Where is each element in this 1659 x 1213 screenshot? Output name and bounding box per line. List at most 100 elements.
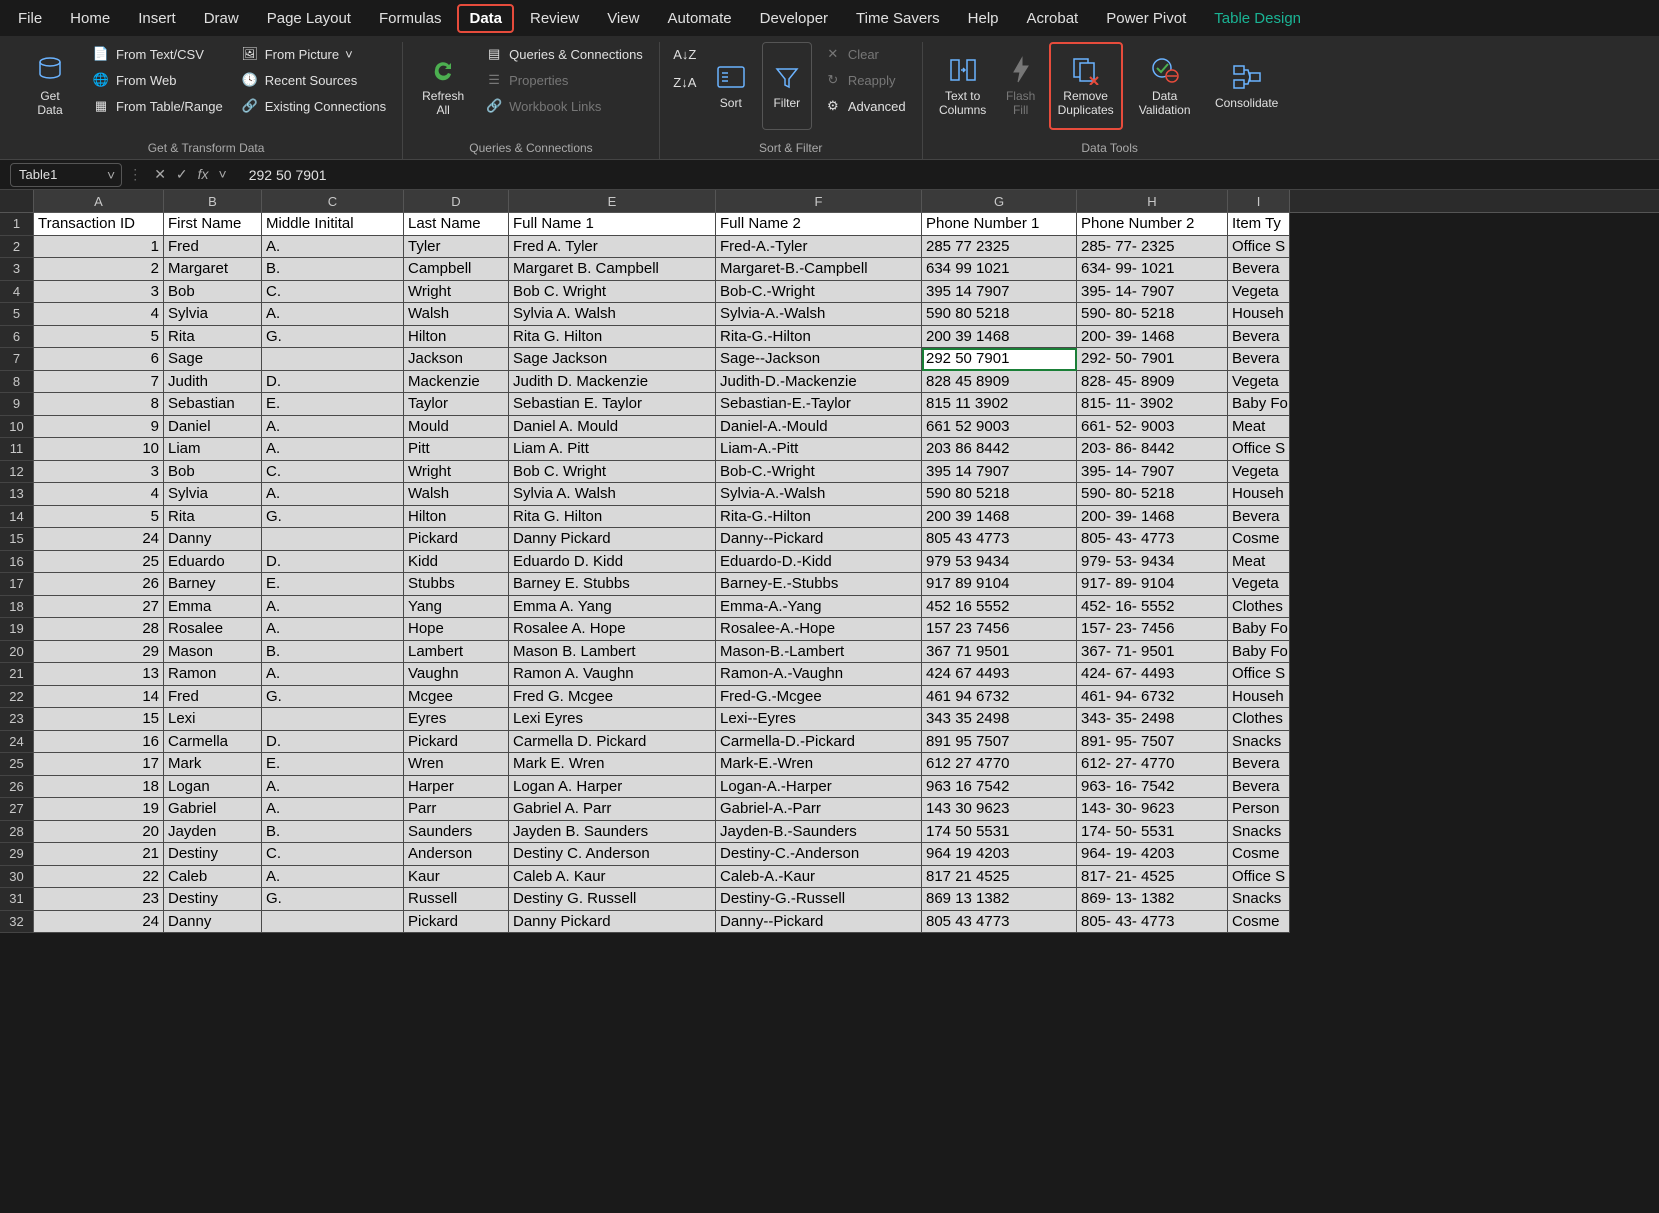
clear-filter-button[interactable]: ✕Clear bbox=[818, 42, 912, 66]
cancel-icon[interactable]: ✕ bbox=[154, 166, 166, 183]
row-header[interactable]: 20 bbox=[0, 641, 34, 664]
cell[interactable]: 661 52 9003 bbox=[922, 416, 1077, 439]
cell[interactable]: Destiny bbox=[164, 888, 262, 911]
cell[interactable]: Bevera bbox=[1228, 506, 1290, 529]
cell[interactable]: Caleb bbox=[164, 866, 262, 889]
cell[interactable]: Mackenzie bbox=[404, 371, 509, 394]
cell[interactable] bbox=[262, 708, 404, 731]
cell[interactable]: 424 67 4493 bbox=[922, 663, 1077, 686]
cell[interactable]: 203 86 8442 bbox=[922, 438, 1077, 461]
cell[interactable]: 452 16 5552 bbox=[922, 596, 1077, 619]
cell[interactable]: 805 43 4773 bbox=[922, 911, 1077, 934]
cell[interactable]: Daniel-A.-Mould bbox=[716, 416, 922, 439]
row-header[interactable]: 11 bbox=[0, 438, 34, 461]
cell[interactable]: 917 89 9104 bbox=[922, 573, 1077, 596]
row-header[interactable]: 9 bbox=[0, 393, 34, 416]
select-all-corner[interactable] bbox=[0, 190, 34, 212]
cell[interactable]: 29 bbox=[34, 641, 164, 664]
row-header[interactable]: 19 bbox=[0, 618, 34, 641]
cell[interactable]: 200 39 1468 bbox=[922, 326, 1077, 349]
cell[interactable]: Sage--Jackson bbox=[716, 348, 922, 371]
cell[interactable]: Rosalee A. Hope bbox=[509, 618, 716, 641]
row-header[interactable]: 1 bbox=[0, 213, 34, 236]
cell[interactable]: 963- 16- 7542 bbox=[1077, 776, 1228, 799]
cell[interactable]: Lambert bbox=[404, 641, 509, 664]
cell[interactable]: 7 bbox=[34, 371, 164, 394]
menu-time-savers[interactable]: Time Savers bbox=[844, 4, 952, 33]
cell[interactable]: Eduardo bbox=[164, 551, 262, 574]
cell[interactable]: Sage bbox=[164, 348, 262, 371]
menu-review[interactable]: Review bbox=[518, 4, 591, 33]
cell[interactable]: 9 bbox=[34, 416, 164, 439]
cell[interactable]: 805- 43- 4773 bbox=[1077, 528, 1228, 551]
cell[interactable] bbox=[262, 348, 404, 371]
cell[interactable]: Destiny bbox=[164, 843, 262, 866]
queries-connections-button[interactable]: ▤Queries & Connections bbox=[479, 42, 649, 66]
cell[interactable]: 17 bbox=[34, 753, 164, 776]
cell[interactable]: A. bbox=[262, 416, 404, 439]
cell[interactable]: Fred-G.-Mcgee bbox=[716, 686, 922, 709]
cell[interactable]: Bob bbox=[164, 461, 262, 484]
cell[interactable]: Lexi Eyres bbox=[509, 708, 716, 731]
cell[interactable]: E. bbox=[262, 393, 404, 416]
from-picture-button[interactable]: 🖼From Picture ˅ bbox=[235, 42, 392, 66]
from-table-range-button[interactable]: ▦From Table/Range bbox=[86, 94, 229, 118]
cell[interactable]: Meat bbox=[1228, 416, 1290, 439]
cell[interactable]: Jayden B. Saunders bbox=[509, 821, 716, 844]
cell[interactable]: Transaction ID bbox=[34, 213, 164, 236]
cell[interactable]: Logan-A.-Harper bbox=[716, 776, 922, 799]
cell[interactable]: Bevera bbox=[1228, 258, 1290, 281]
cell[interactable]: Vegeta bbox=[1228, 281, 1290, 304]
cell[interactable]: Rita G. Hilton bbox=[509, 506, 716, 529]
cell[interactable]: Office S bbox=[1228, 866, 1290, 889]
row-header[interactable]: 28 bbox=[0, 821, 34, 844]
cell[interactable]: Barney E. Stubbs bbox=[509, 573, 716, 596]
row-header[interactable]: 18 bbox=[0, 596, 34, 619]
cell[interactable]: Danny Pickard bbox=[509, 911, 716, 934]
cell[interactable]: A. bbox=[262, 798, 404, 821]
cell[interactable]: Bevera bbox=[1228, 776, 1290, 799]
cell[interactable]: Meat bbox=[1228, 551, 1290, 574]
cell[interactable]: Mark E. Wren bbox=[509, 753, 716, 776]
cell[interactable]: 869- 13- 1382 bbox=[1077, 888, 1228, 911]
cell[interactable]: 20 bbox=[34, 821, 164, 844]
cell[interactable]: B. bbox=[262, 258, 404, 281]
cell[interactable]: Bob-C.-Wright bbox=[716, 281, 922, 304]
cell[interactable]: 461- 94- 6732 bbox=[1077, 686, 1228, 709]
cell[interactable]: Mason B. Lambert bbox=[509, 641, 716, 664]
cell[interactable]: C. bbox=[262, 281, 404, 304]
column-header-H[interactable]: H bbox=[1077, 190, 1228, 212]
column-header-D[interactable]: D bbox=[404, 190, 509, 212]
cell[interactable]: Sebastian bbox=[164, 393, 262, 416]
cell[interactable]: Logan bbox=[164, 776, 262, 799]
cell[interactable]: 805 43 4773 bbox=[922, 528, 1077, 551]
menu-draw[interactable]: Draw bbox=[192, 4, 251, 33]
cell[interactable]: 590- 80- 5218 bbox=[1077, 483, 1228, 506]
cell[interactable]: 10 bbox=[34, 438, 164, 461]
cell[interactable]: Logan A. Harper bbox=[509, 776, 716, 799]
cell[interactable]: 634 99 1021 bbox=[922, 258, 1077, 281]
cell[interactable]: 590 80 5218 bbox=[922, 303, 1077, 326]
cell[interactable]: A. bbox=[262, 663, 404, 686]
cell[interactable]: Clothes bbox=[1228, 708, 1290, 731]
cell[interactable]: Bevera bbox=[1228, 348, 1290, 371]
cell[interactable]: Mcgee bbox=[404, 686, 509, 709]
cell[interactable]: Sylvia-A.-Walsh bbox=[716, 303, 922, 326]
cell[interactable]: 367 71 9501 bbox=[922, 641, 1077, 664]
cell[interactable]: 367- 71- 9501 bbox=[1077, 641, 1228, 664]
cell[interactable]: 157- 23- 7456 bbox=[1077, 618, 1228, 641]
cell[interactable]: 815- 11- 3902 bbox=[1077, 393, 1228, 416]
cell[interactable]: 452- 16- 5552 bbox=[1077, 596, 1228, 619]
cell[interactable]: Sylvia-A.-Walsh bbox=[716, 483, 922, 506]
cell[interactable]: 964 19 4203 bbox=[922, 843, 1077, 866]
cell[interactable]: Stubbs bbox=[404, 573, 509, 596]
cell[interactable]: 26 bbox=[34, 573, 164, 596]
cell[interactable]: Barney-E.-Stubbs bbox=[716, 573, 922, 596]
column-header-C[interactable]: C bbox=[262, 190, 404, 212]
cell[interactable]: Bob bbox=[164, 281, 262, 304]
row-header[interactable]: 31 bbox=[0, 888, 34, 911]
cell[interactable]: Destiny-G.-Russell bbox=[716, 888, 922, 911]
cell[interactable]: 292 50 7901 bbox=[922, 348, 1077, 371]
row-header[interactable]: 27 bbox=[0, 798, 34, 821]
cell[interactable]: Fred-A.-Tyler bbox=[716, 236, 922, 259]
